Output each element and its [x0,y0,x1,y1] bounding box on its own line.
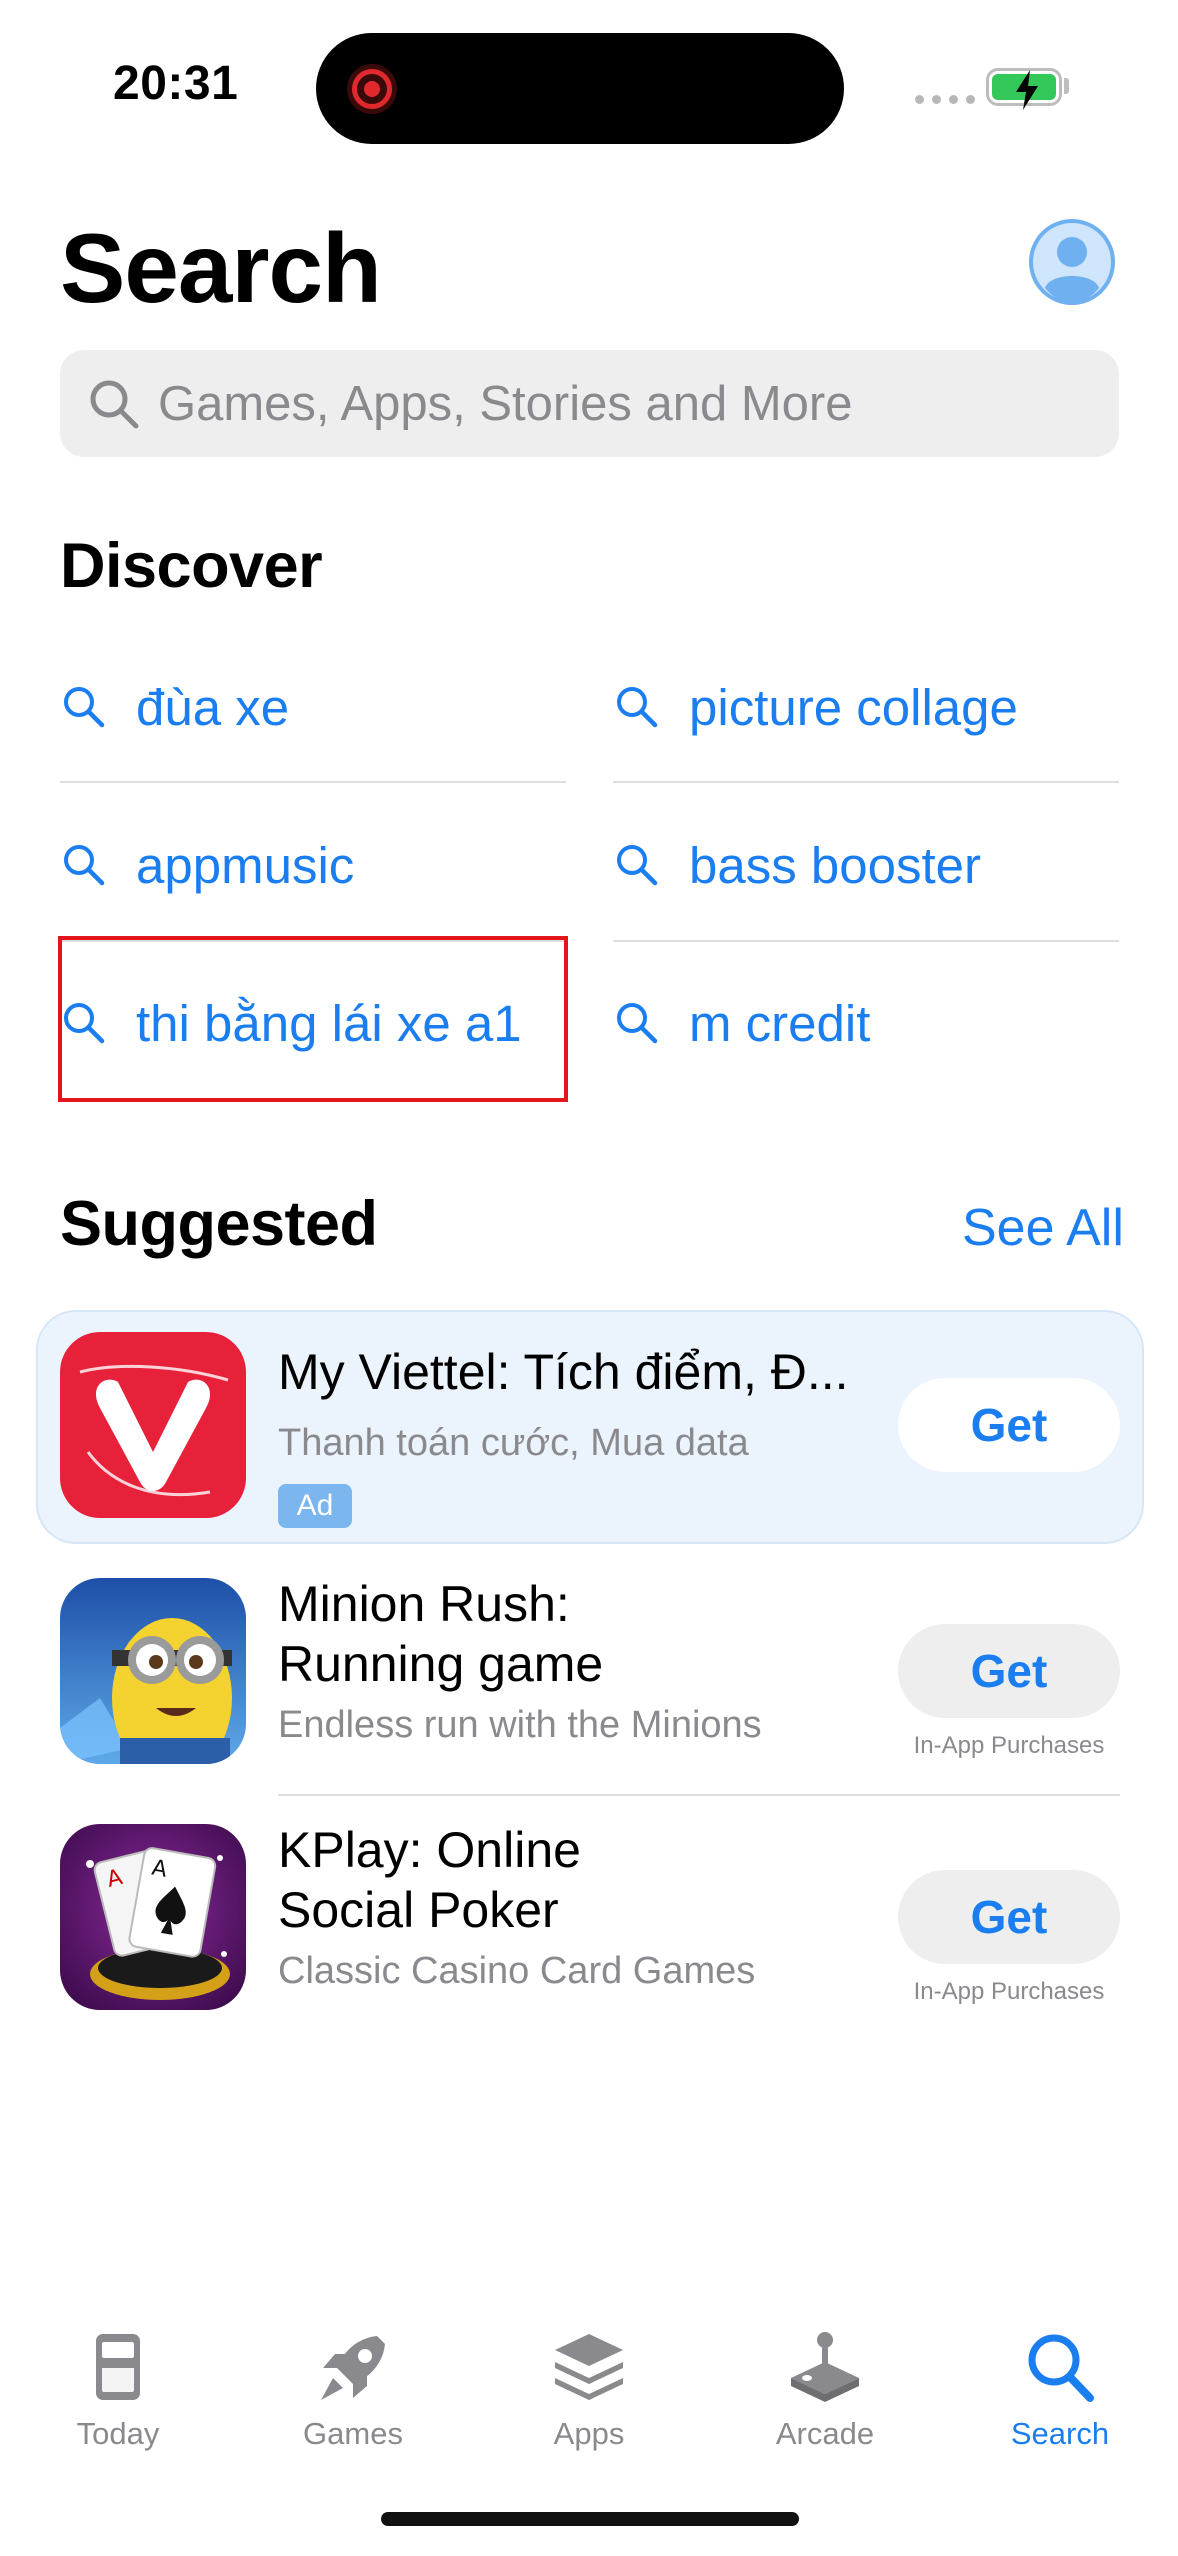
discover-item-label: đùa xe [136,678,290,736]
screen-recording-icon [347,64,397,114]
apps-stack-icon [555,2334,623,2400]
discover-item[interactable]: bass booster [613,786,1119,944]
get-button[interactable]: Get [898,1870,1120,1964]
app-name-line2: Running game [278,1636,604,1692]
app-subtitle: Thanh toán cước, Mua data [278,1422,749,1464]
in-app-purchases-note: In-App Purchases [913,1978,1105,2005]
discover-item-label: appmusic [136,836,355,894]
battery-tip [1064,78,1069,94]
home-indicator[interactable] [381,2512,799,2526]
discover-item[interactable]: picture collage [613,628,1119,786]
search-placeholder: Games, Apps, Stories and More [158,376,853,431]
search-icon [617,845,658,886]
highlight-annotation-box [58,936,568,1102]
see-all-link[interactable]: See All [962,1198,1124,1258]
status-time: 20:31 [113,57,239,110]
app-row-my-viettel[interactable]: My Viettel: Tích điểm, Đ... Thanh toán c… [60,1332,1120,1528]
get-button[interactable]: Get [898,1378,1120,1472]
discover-item-label: m credit [689,994,871,1052]
discover-item-label: picture collage [689,678,1018,736]
discover-item[interactable]: appmusic [60,786,566,944]
ad-badge: Ad [278,1484,352,1528]
page-title: Search [60,213,382,323]
app-subtitle: Classic Casino Card Games [278,1950,756,1992]
search-icon [1028,2334,1094,2402]
search-icon [617,1003,658,1044]
status-bar: 20:31 [0,0,1178,170]
joystick-icon [791,2332,859,2402]
discover-heading: Discover [60,531,323,601]
tab-label: Apps [553,2416,625,2451]
tab-label: Today [76,2416,160,2451]
tab-bar: Today Games Apps Arcade Search [0,2300,1178,2480]
divider [613,940,1119,942]
tab-games[interactable]: Games [253,2328,453,2452]
tab-arcade[interactable]: Arcade [725,2328,925,2452]
account-avatar-icon[interactable] [1028,218,1116,306]
app-name: My Viettel: Tích điểm, Đ... [278,1344,849,1400]
search-icon [64,845,105,886]
discover-item[interactable]: m credit [613,944,1119,1102]
tab-label: Search [1010,2416,1110,2451]
rocket-icon [321,2336,385,2400]
dynamic-island [316,33,844,144]
divider [278,1794,1120,1796]
in-app-purchases-note: In-App Purchases [913,1732,1105,1759]
tab-search[interactable]: Search [960,2328,1160,2452]
tab-today[interactable]: Today [18,2328,218,2452]
today-icon [96,2334,140,2400]
divider [60,781,566,783]
search-icon [64,687,105,728]
cellular-signal-icon [915,95,975,104]
app-name-line1: KPlay: Online [278,1822,581,1878]
discover-item[interactable]: đùa xe [60,628,566,786]
app-row-kplay[interactable]: A A KPlay: Online Social Poker Classic C… [60,1822,1120,2014]
my-viettel-app-icon [60,1332,246,1518]
tab-label: Arcade [775,2416,875,2451]
battery-charging-icon [986,68,1062,110]
discover-item-label: bass booster [689,836,982,894]
app-row-minion-rush[interactable]: Minion Rush: Running game Endless run wi… [60,1576,1120,1768]
tab-apps[interactable]: Apps [489,2328,689,2452]
app-subtitle: Endless run with the Minions [278,1704,762,1746]
minion-rush-app-icon [60,1578,246,1764]
suggested-heading: Suggested [60,1189,378,1259]
app-name-line1: Minion Rush: [278,1576,570,1632]
app-name-line2: Social Poker [278,1882,559,1938]
search-icon [90,380,139,428]
get-button[interactable]: Get [898,1624,1120,1718]
search-input[interactable]: Games, Apps, Stories and More [60,350,1119,457]
tab-label: Games [303,2416,403,2451]
search-icon [617,687,658,728]
kplay-poker-app-icon: A A [60,1824,246,2010]
divider [613,781,1119,783]
